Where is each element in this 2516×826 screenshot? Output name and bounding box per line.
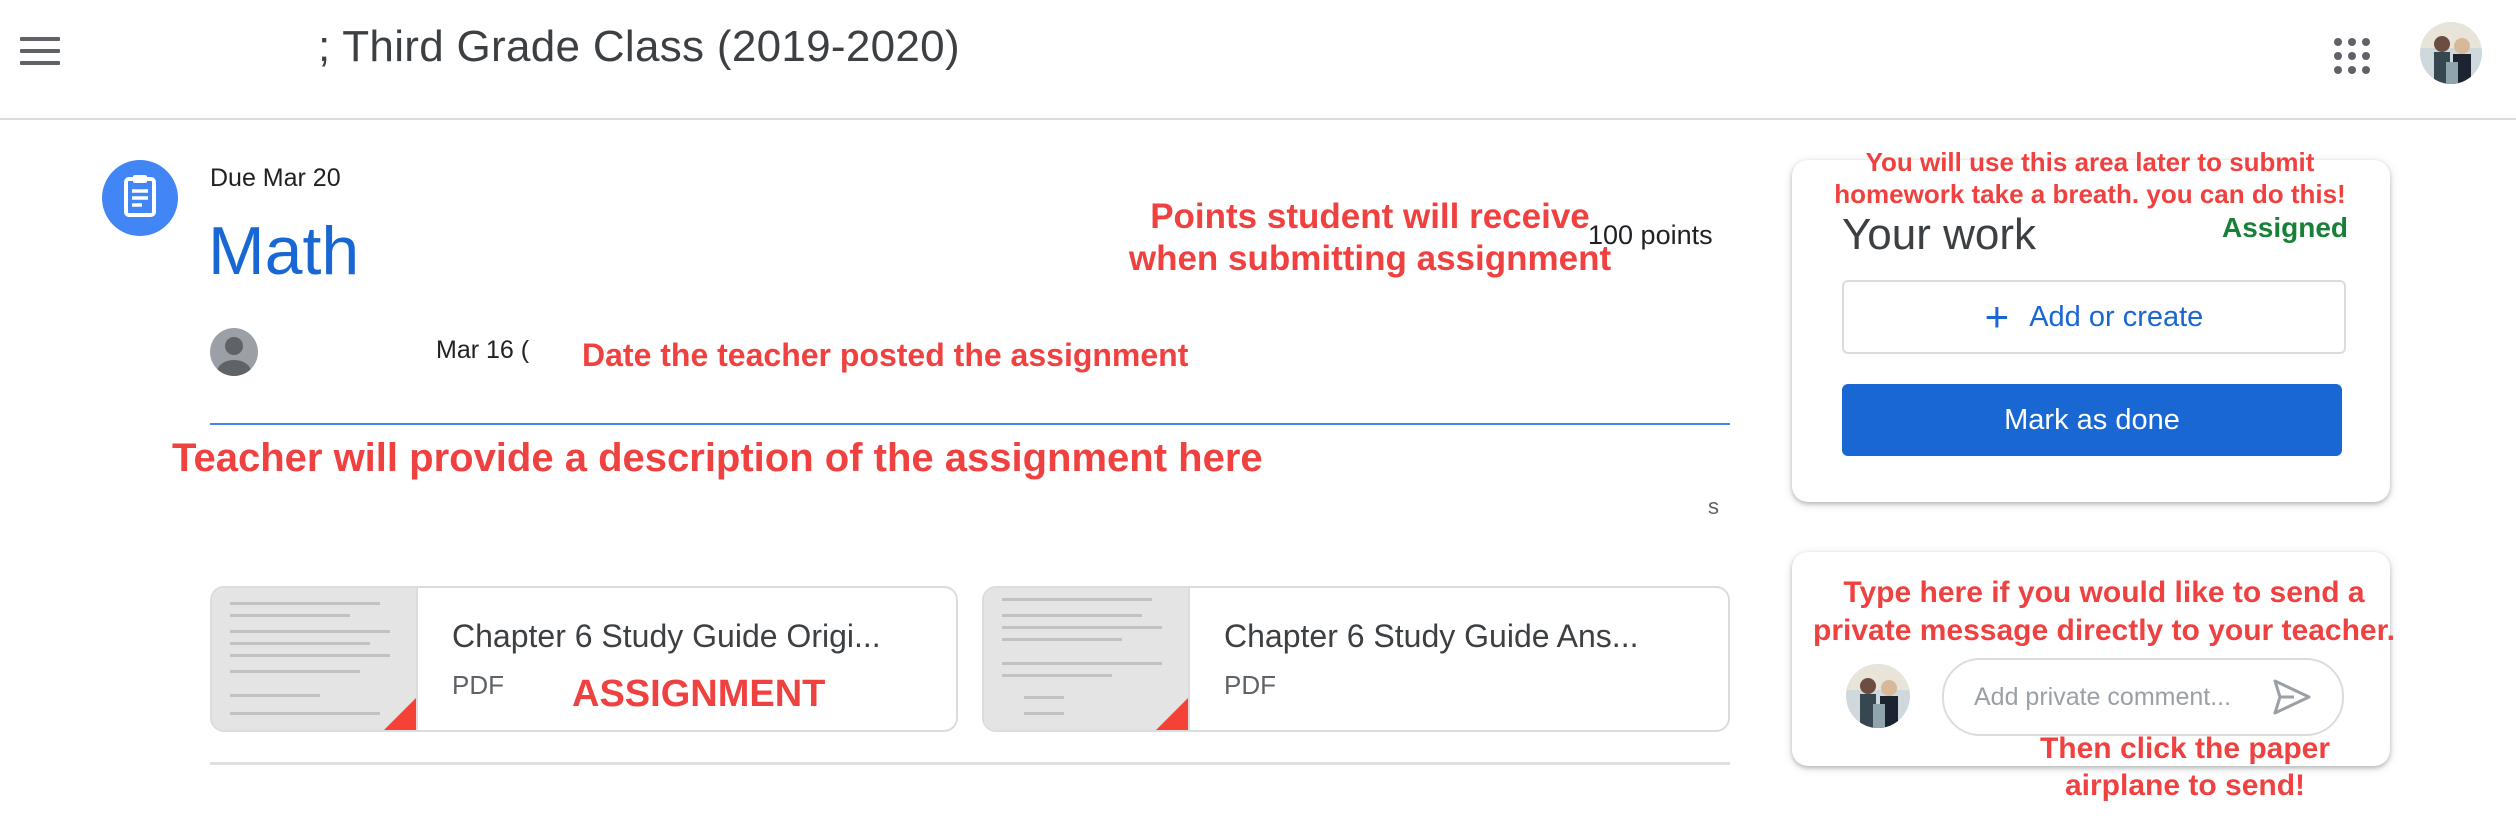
teacher-avatar-icon (210, 328, 258, 376)
mark-as-done-label: Mark as done (2004, 403, 2180, 436)
attachment-card-answers[interactable]: Chapter 6 Study Guide Ans... PDF (982, 586, 1730, 732)
hamburger-menu-icon[interactable] (20, 37, 60, 69)
header-divider (210, 423, 1730, 425)
pdf-thumbnail (212, 588, 418, 730)
plus-icon: + (1984, 293, 2010, 340)
attachment-type: PDF (1224, 670, 1276, 700)
annotation-description: Teacher will provide a description of th… (172, 436, 1263, 480)
mark-as-done-button[interactable]: Mark as done (1842, 384, 2342, 456)
annotation-submit-line1: You will use this area later to submit (1865, 147, 2315, 177)
annotation-points-line1: Points student will receive (1150, 197, 1590, 236)
assignment-title: Math (208, 213, 360, 289)
pdf-icon (1156, 698, 1188, 730)
annotation-points: Points student will receive when submitt… (1060, 196, 1680, 280)
attachment-name: Chapter 6 Study Guide Ans... (1224, 618, 1639, 654)
stray-text: s (1708, 494, 1719, 519)
status-badge: Assigned (2222, 212, 2349, 243)
annotation-send-line1: Then click the paper (2039, 732, 2331, 765)
class-title[interactable]: ; Third Grade Class (2019-2020) (318, 22, 960, 72)
due-date: Due Mar 20 (210, 164, 341, 192)
posted-date: Mar 16 ( (436, 336, 530, 364)
annotation-assignment: ASSIGNMENT (572, 673, 826, 715)
annotation-date-posted: Date the teacher posted the assignment (582, 337, 1189, 373)
pdf-thumbnail (984, 588, 1190, 730)
assignment-icon (102, 160, 178, 236)
your-work-heading: Your work (1842, 210, 2037, 259)
account-avatar[interactable] (2420, 22, 2482, 84)
attachment-type: PDF (452, 670, 504, 700)
annotation-submit: You will use this area later to submit h… (1800, 146, 2380, 210)
private-comment-input[interactable] (1972, 678, 2266, 716)
user-avatar (1846, 664, 1910, 728)
pdf-icon (384, 698, 416, 730)
annotation-private-line2: private message directly to your teacher… (1813, 614, 2395, 647)
annotation-send-line2: airplane to send! (2064, 769, 2306, 802)
add-or-create-label: Add or create (2029, 300, 2204, 333)
annotation-submit-line2: homework take a breath. you can do this! (1834, 179, 2346, 209)
annotation-send: Then click the paper airplane to send! (1990, 730, 2380, 804)
content-divider (210, 762, 1730, 765)
send-paper-airplane-icon[interactable] (2272, 678, 2312, 716)
apps-grid-icon[interactable] (2334, 38, 2370, 74)
private-comment-field[interactable] (1942, 658, 2344, 736)
annotation-private-line1: Type here if you would like to send a (1843, 576, 2365, 609)
add-or-create-button[interactable]: + Add or create (1842, 280, 2346, 354)
annotation-points-line2: when submitting assignment (1128, 239, 1612, 278)
annotation-private-message: Type here if you would like to send a pr… (1796, 574, 2412, 650)
attachment-name: Chapter 6 Study Guide Origi... (452, 618, 881, 654)
